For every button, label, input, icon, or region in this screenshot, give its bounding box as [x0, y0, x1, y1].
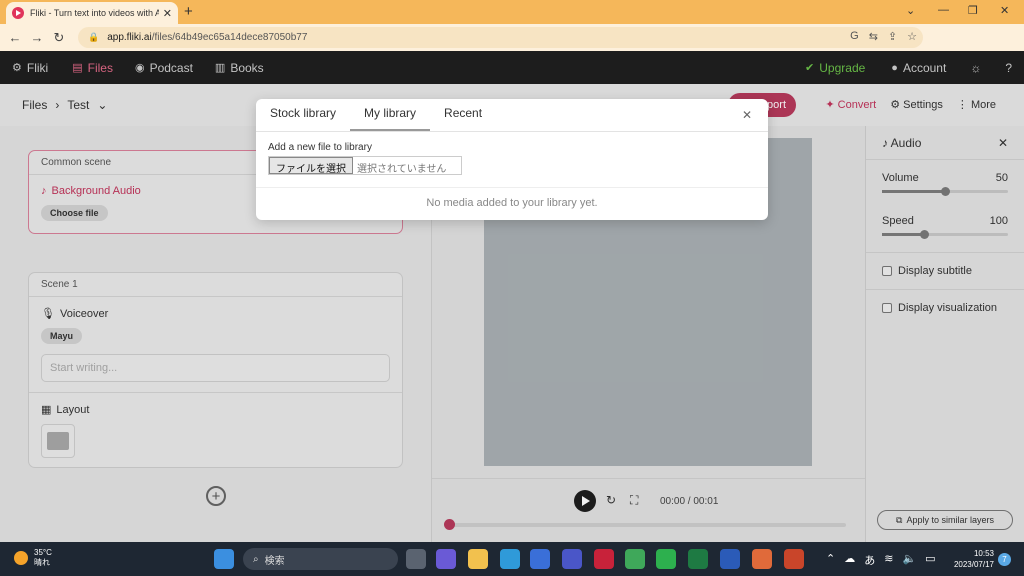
sun-icon: [14, 551, 28, 565]
windows-taskbar: 35°C 晴れ ⌕ 検索 ⌃ ☁ あ ≋ 🔈 ▭ 10:53 2023/07/17…: [0, 542, 1024, 576]
lock-icon[interactable]: 🔒: [88, 32, 99, 43]
choose-file-button[interactable]: ファイルを選択: [269, 157, 353, 175]
new-tab-icon[interactable]: +: [184, 3, 193, 20]
battery-icon[interactable]: ▭: [925, 552, 935, 568]
excel-icon[interactable]: [688, 549, 708, 569]
media-library-dialog: Stock library My library Recent ✕ Add a …: [256, 99, 768, 220]
wifi-icon[interactable]: ≋: [884, 552, 893, 568]
forward-icon[interactable]: →: [26, 30, 48, 45]
search-icon: ⌕: [253, 553, 259, 565]
evernote-icon[interactable]: [656, 549, 676, 569]
bookmark-star-icon[interactable]: ☆: [907, 30, 917, 43]
notification-badge[interactable]: 7: [998, 553, 1011, 566]
edge-icon[interactable]: [500, 549, 520, 569]
browser-tabstrip: Fliki - Turn text into videos with AI ✕ …: [0, 0, 1024, 24]
chevron-up-icon[interactable]: ⌃: [826, 552, 835, 568]
translate-icon[interactable]: ⇆: [869, 30, 878, 43]
no-file-selected-text: 選択されていません: [357, 164, 447, 175]
tab-search-icon[interactable]: ⌄: [906, 4, 915, 17]
share-icon[interactable]: ⇪: [888, 30, 897, 43]
fliki-favicon-icon: [12, 7, 24, 19]
task-view-icon[interactable]: [406, 549, 426, 569]
app-icon[interactable]: [562, 549, 582, 569]
address-bar[interactable]: 🔒 app.fliki.ai/files/64b49ec65a14dece870…: [78, 27, 923, 48]
chrome-active-icon[interactable]: [752, 549, 772, 569]
weather-widget[interactable]: 35°C 晴れ: [14, 548, 52, 568]
browser-toolbar: ← → ↻ 🔒 app.fliki.ai/files/64b49ec65a14d…: [0, 24, 1024, 68]
tab-title: Fliki - Turn text into videos with AI: [30, 8, 159, 18]
reload-icon[interactable]: ↻: [48, 30, 70, 46]
google-icon[interactable]: G: [850, 30, 859, 43]
restore-icon[interactable]: ❐: [968, 4, 978, 17]
minimize-icon[interactable]: —: [938, 4, 949, 16]
taskbar-clock[interactable]: 10:53 2023/07/17: [950, 548, 994, 570]
powerpoint-icon[interactable]: [784, 549, 804, 569]
back-icon[interactable]: ←: [4, 30, 26, 45]
system-tray: ⌃ ☁ あ ≋ 🔈 ▭: [826, 552, 936, 568]
close-window-icon[interactable]: ✕: [1000, 4, 1009, 17]
browser-tab[interactable]: Fliki - Turn text into videos with AI ✕: [6, 2, 178, 24]
tab-my-library[interactable]: My library: [350, 106, 431, 131]
ime-indicator[interactable]: あ: [864, 552, 875, 568]
store-icon[interactable]: [530, 549, 550, 569]
chrome-icon[interactable]: [625, 549, 645, 569]
taskbar-search[interactable]: ⌕ 検索: [243, 548, 398, 570]
close-tab-icon[interactable]: ✕: [163, 7, 172, 20]
close-dialog-icon[interactable]: ✕: [742, 108, 752, 122]
word-icon[interactable]: [720, 549, 740, 569]
teams-icon[interactable]: [436, 549, 456, 569]
file-explorer-icon[interactable]: [468, 549, 488, 569]
add-file-label: Add a new file to library: [268, 142, 372, 153]
empty-library-message: No media added to your library yet.: [256, 187, 768, 220]
speaker-icon[interactable]: 🔈: [902, 552, 916, 568]
url-text: app.fliki.ai/files/64b49ec65a14dece87050…: [107, 32, 308, 43]
file-upload-input[interactable]: ファイルを選択 選択されていません: [268, 156, 462, 175]
cloud-icon[interactable]: ☁: [844, 552, 855, 568]
tab-stock-library[interactable]: Stock library: [256, 106, 350, 131]
start-menu-icon[interactable]: [214, 549, 234, 569]
library-tabs: Stock library My library Recent ✕: [256, 99, 768, 132]
tab-recent[interactable]: Recent: [430, 106, 496, 131]
mcafee-icon[interactable]: [594, 549, 614, 569]
